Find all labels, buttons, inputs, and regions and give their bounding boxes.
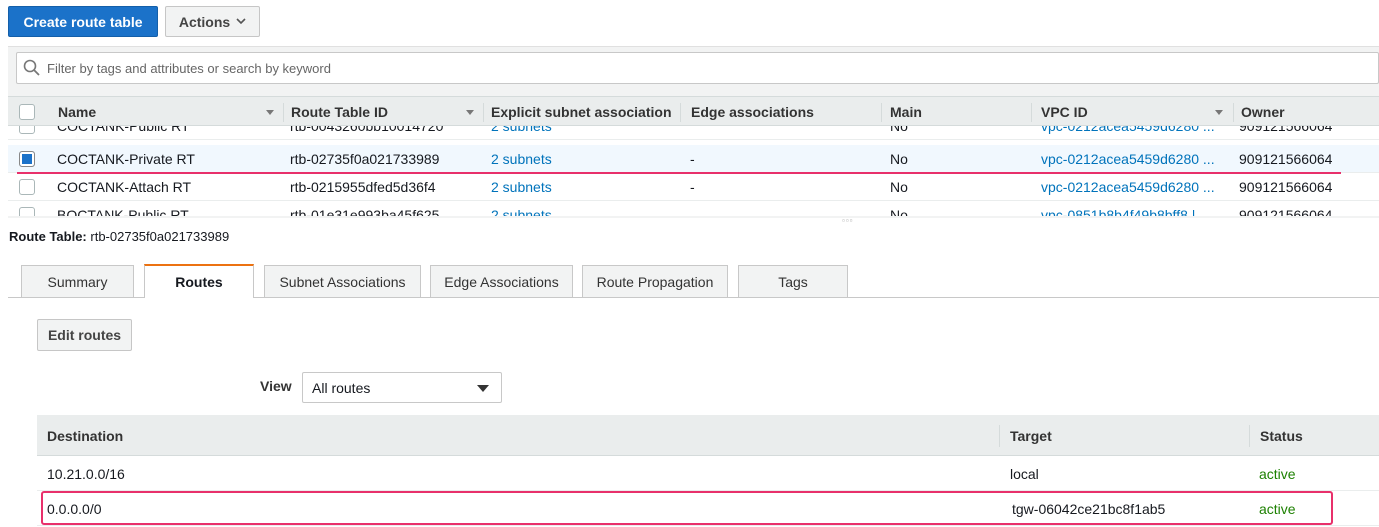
row-checkbox[interactable] <box>19 126 35 134</box>
row-name: COCTANK-Public RT <box>57 126 190 134</box>
dropdown-arrow-icon <box>477 385 489 392</box>
row-route-table-id: rtb-01e31e993ba45f625 <box>290 207 440 216</box>
tab-edge-associations[interactable]: Edge Associations <box>430 265 573 297</box>
route-table-list-body: COCTANK-Public RT rtb-0043260bb10014720 … <box>8 126 1379 216</box>
row-checkbox[interactable] <box>19 207 35 216</box>
route-table-detail-title: Route Table: rtb-02735f0a021733989 <box>9 229 229 244</box>
table-row-selected[interactable]: COCTANK-Private RT rtb-02735f0a021733989… <box>8 145 1379 173</box>
row-owner: 909121566064 <box>1239 151 1333 167</box>
row-vpc-link[interactable]: vpc-0212acea5459d6280 ... <box>1041 173 1226 201</box>
selected-row-highlight-underline <box>17 172 1341 174</box>
row-subnets-link[interactable]: 2 subnets <box>491 173 552 201</box>
row-main: No <box>890 126 908 134</box>
chevron-down-icon <box>236 18 246 25</box>
row-checkbox-checked[interactable] <box>19 151 35 167</box>
row-edge-associations: - <box>690 179 695 195</box>
column-header-status: Status <box>1260 427 1303 444</box>
row-owner: 909121566064 <box>1239 126 1333 134</box>
route-destination: 10.21.0.0/16 <box>47 465 125 482</box>
column-header-route-table-id[interactable]: Route Table ID <box>291 97 476 127</box>
routes-table-header: Destination Target Status <box>37 415 1379 456</box>
row-main: No <box>890 179 908 195</box>
route-table-list-header: Name Route Table ID Explicit subnet asso… <box>8 96 1379 126</box>
route-status: active <box>1259 465 1296 482</box>
search-icon <box>23 59 40 76</box>
column-header-name[interactable]: Name <box>58 97 273 127</box>
actions-label: Actions <box>178 13 231 30</box>
tab-route-propagation[interactable]: Route Propagation <box>582 265 728 297</box>
view-filter-select[interactable]: All routes <box>302 372 502 403</box>
route-row-highlight-box <box>41 491 1333 525</box>
column-header-explicit-subnet[interactable]: Explicit subnet association <box>491 97 679 127</box>
column-header-owner[interactable]: Owner <box>1241 97 1371 127</box>
route-table-id-value: rtb-02735f0a021733989 <box>90 229 230 244</box>
row-owner: 909121566064 <box>1239 179 1333 195</box>
tab-subnet-associations[interactable]: Subnet Associations <box>264 265 421 297</box>
route-table-label: Route Table: <box>9 229 87 244</box>
row-subnets-link[interactable]: 2 subnets <box>491 201 552 216</box>
row-name: COCTANK-Private RT <box>57 151 195 167</box>
tab-routes[interactable]: Routes <box>144 264 254 298</box>
sort-caret-icon[interactable] <box>266 110 274 115</box>
column-header-edge-associations[interactable]: Edge associations <box>691 97 881 127</box>
table-row[interactable]: BOCTANK-Public RT rtb-01e31e993ba45f625 … <box>8 201 1379 216</box>
sort-caret-icon[interactable] <box>1215 110 1223 115</box>
table-row[interactable]: COCTANK-Public RT rtb-0043260bb10014720 … <box>8 126 1379 140</box>
edit-routes-button[interactable]: Edit routes <box>37 319 132 351</box>
row-vpc-link[interactable]: vpc-0851b8b4f49b8bff8 | <box>1041 201 1226 216</box>
row-main: No <box>890 207 908 216</box>
row-route-table-id: rtb-0043260bb10014720 <box>290 126 444 134</box>
sort-caret-icon[interactable] <box>466 110 474 115</box>
select-all-checkbox[interactable] <box>19 104 35 120</box>
row-edge-associations: - <box>690 151 695 167</box>
row-main: No <box>890 151 908 167</box>
panel-resize-handle[interactable]: ▫▫▫ <box>842 216 854 225</box>
create-route-table-button[interactable]: Create route table <box>8 6 158 37</box>
view-filter-label: View <box>260 378 292 394</box>
row-name: COCTANK-Attach RT <box>57 179 192 195</box>
actions-dropdown-button[interactable]: Actions <box>165 6 260 37</box>
row-vpc-link[interactable]: vpc-0212acea5459d6280 ... <box>1041 126 1226 140</box>
row-name: BOCTANK-Public RT <box>57 207 189 216</box>
column-header-vpc-id[interactable]: VPC ID <box>1041 97 1221 127</box>
tab-tags[interactable]: Tags <box>738 265 848 297</box>
row-route-table-id: rtb-02735f0a021733989 <box>290 151 440 167</box>
route-target: local <box>1010 465 1039 482</box>
row-subnets-link[interactable]: 2 subnets <box>491 145 552 173</box>
route-row: 10.21.0.0/16 local active <box>37 456 1379 491</box>
filter-search-box[interactable] <box>16 52 1379 84</box>
row-vpc-link[interactable]: vpc-0212acea5459d6280 ... <box>1041 145 1226 173</box>
row-subnets-link[interactable]: 2 subnets <box>491 126 552 140</box>
filter-search-input[interactable] <box>41 54 1378 82</box>
view-filter-value: All routes <box>312 379 371 396</box>
tab-summary[interactable]: Summary <box>21 265 134 297</box>
table-row[interactable]: COCTANK-Attach RT rtb-0215955dfed5d36f4 … <box>8 173 1379 201</box>
row-checkbox[interactable] <box>19 179 35 195</box>
row-owner: 909121566064 <box>1239 207 1333 216</box>
row-route-table-id: rtb-0215955dfed5d36f4 <box>290 179 436 195</box>
column-header-main[interactable]: Main <box>890 97 1030 127</box>
column-header-target: Target <box>1010 427 1052 444</box>
column-header-destination: Destination <box>47 427 124 444</box>
